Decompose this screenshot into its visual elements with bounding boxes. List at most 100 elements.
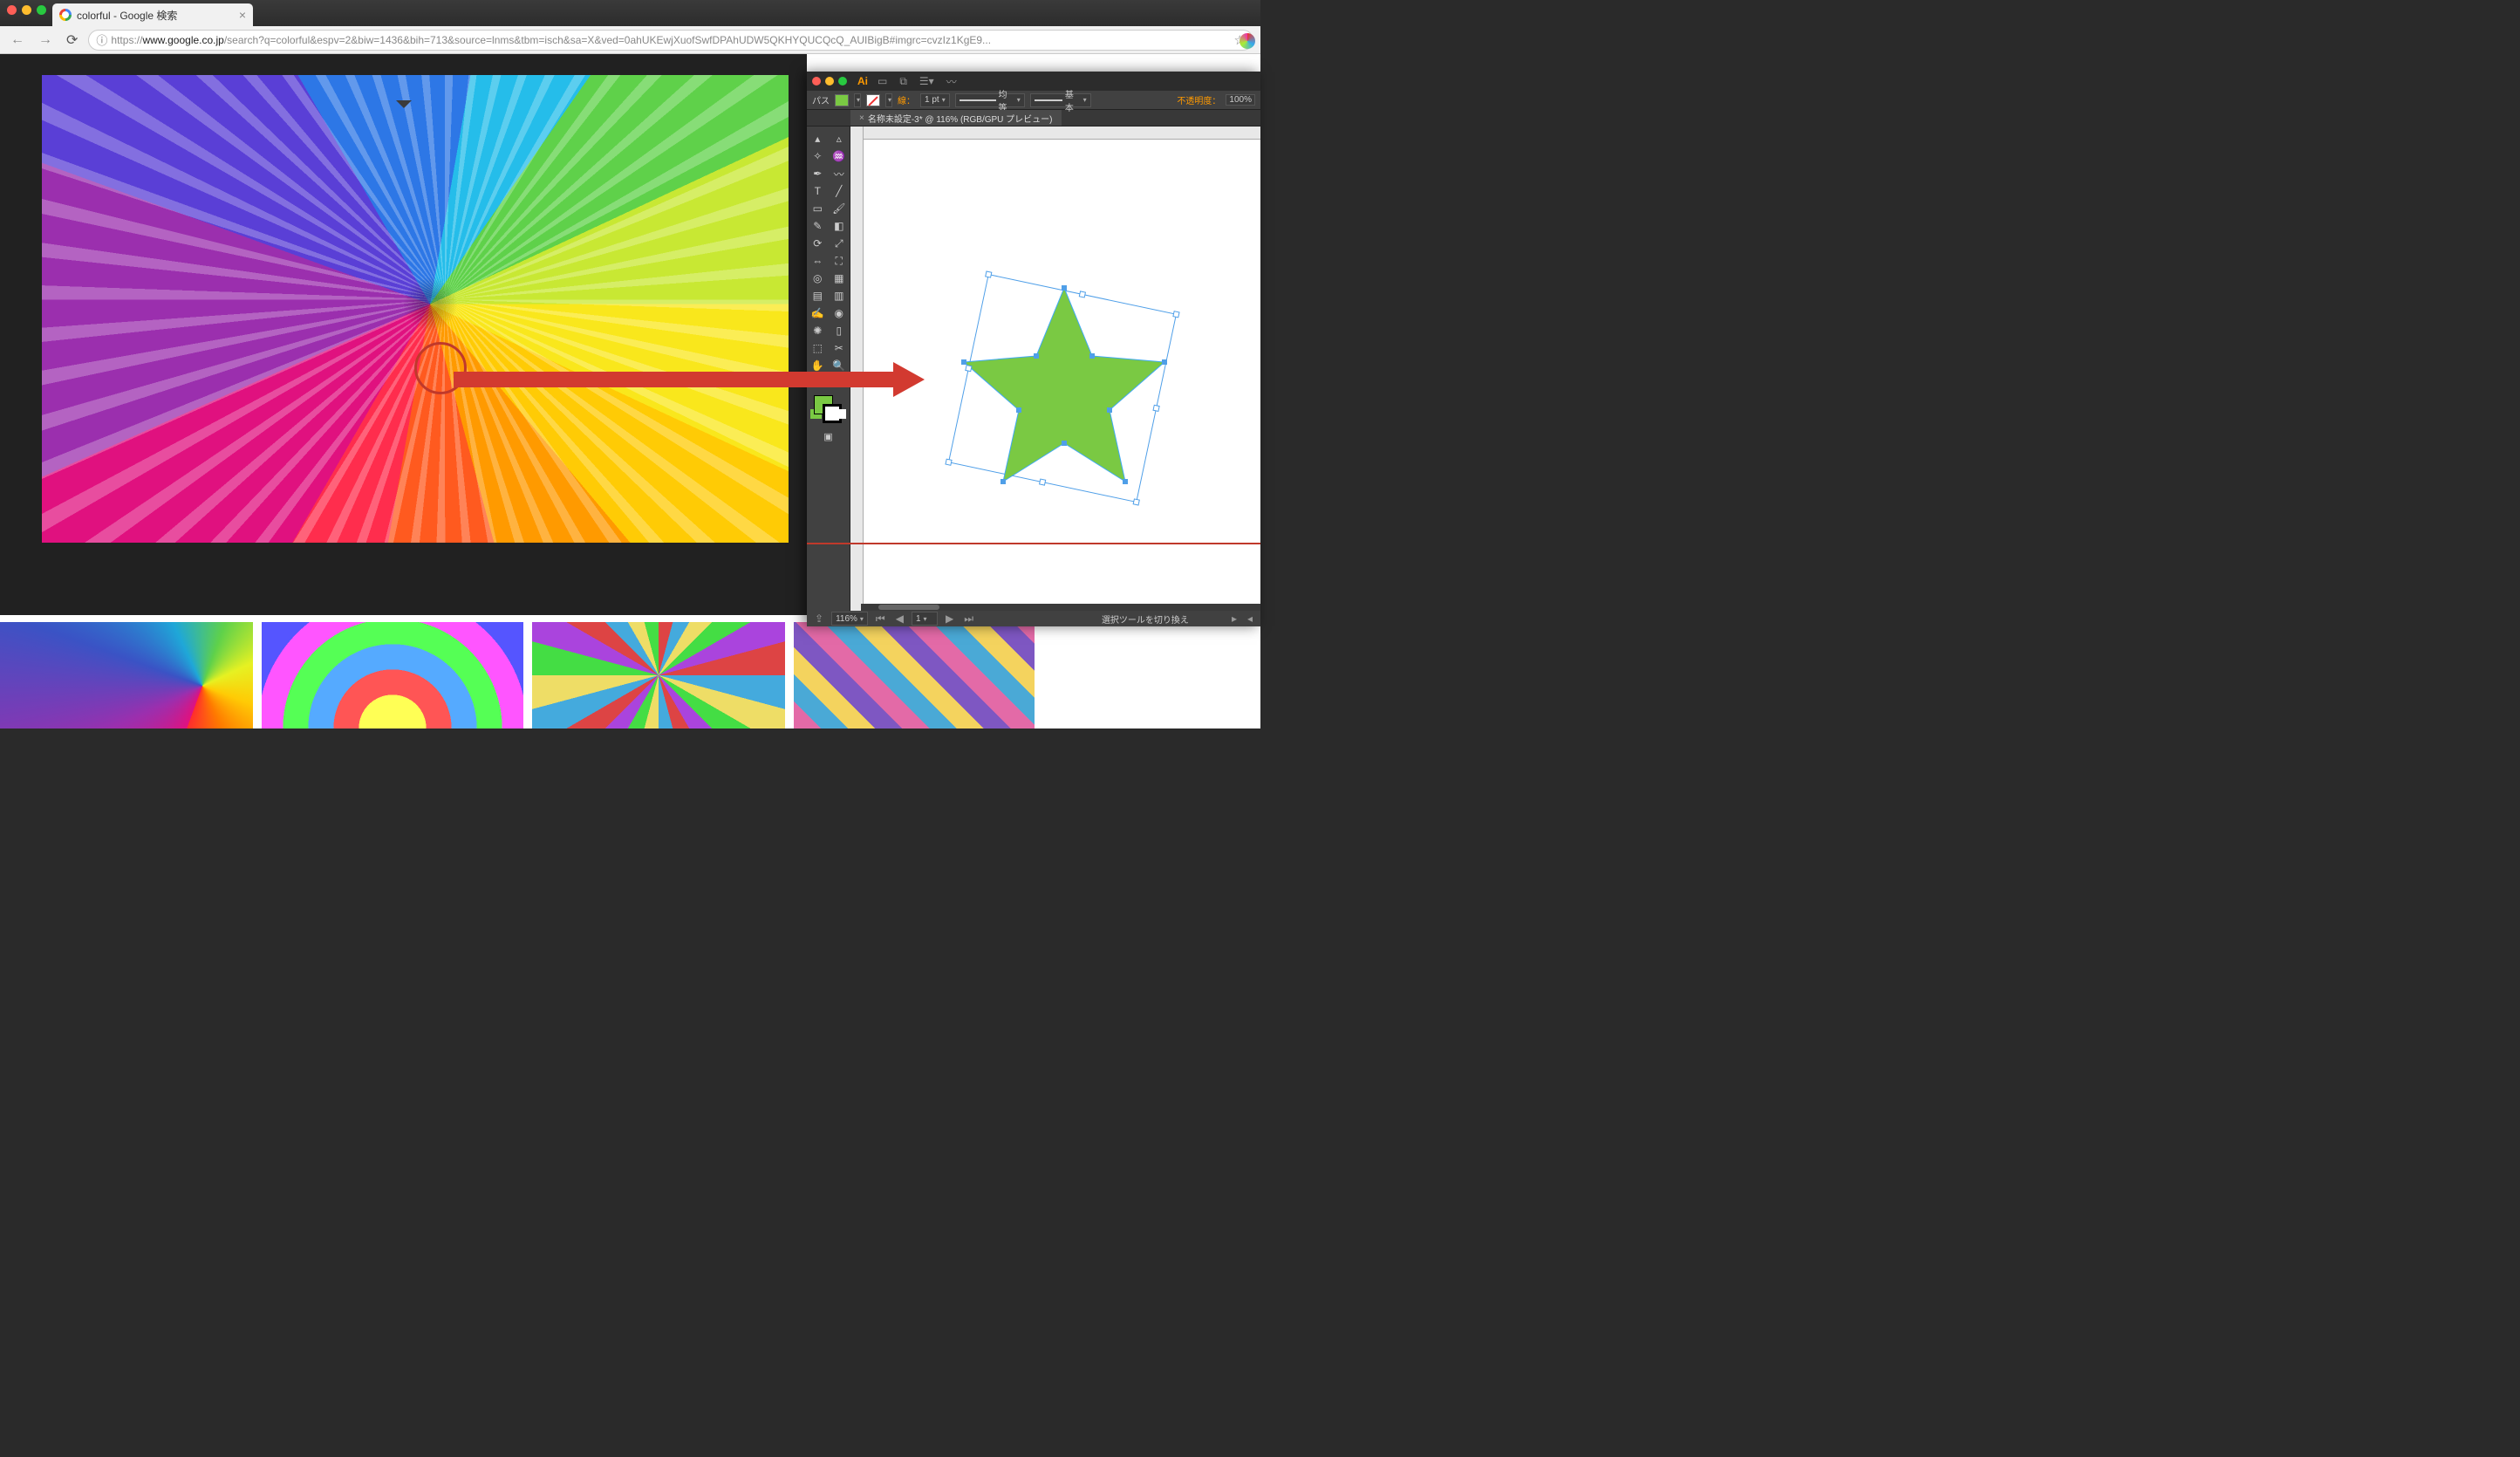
illustrator-window: Ai ▭ ⧉ ☰▾ 〰 パス 線： 1 pt 均等 基本 不透明度： 100% … <box>807 72 1260 626</box>
share-icon[interactable]: ⇪ <box>812 612 826 625</box>
stroke-weight-value: 1 pt <box>925 95 939 105</box>
browser-tab-active[interactable]: colorful - Google 検索 × <box>52 3 253 26</box>
line-tool-icon[interactable]: ╱ <box>829 182 850 200</box>
url-path: /search?q=colorful&espv=2&biw=1436&bih=7… <box>224 34 991 46</box>
status-dropdown-icon[interactable]: ▸ <box>1229 612 1240 625</box>
window-zoom[interactable] <box>37 5 46 15</box>
image-thumbnail[interactable] <box>532 622 785 728</box>
brush-definition-dropdown[interactable]: 基本 <box>1030 93 1091 107</box>
image-thumbnail[interactable] <box>0 622 253 728</box>
curvature-tool-icon[interactable]: 〰 <box>829 165 850 182</box>
perspective-grid-tool-icon[interactable]: ▦ <box>829 270 850 287</box>
selected-star-shape[interactable] <box>925 262 1204 541</box>
artboard-number: 1 <box>916 614 921 624</box>
column-graph-tool-icon[interactable]: ▯ <box>829 322 850 339</box>
brush-value: 基本 <box>1065 87 1081 113</box>
annotation-arrow-shaft <box>454 372 893 387</box>
ai-traffic-lights <box>812 77 847 86</box>
status-prev-icon[interactable]: ◂ <box>1245 612 1255 625</box>
opacity-field[interactable]: 100% <box>1226 94 1255 106</box>
url-protocol: https:// <box>111 34 142 46</box>
rectangle-tool-icon[interactable]: ▭ <box>807 200 829 217</box>
type-tool-icon[interactable]: T <box>807 182 829 200</box>
artboard-next-last-icon[interactable]: ⏭ <box>961 612 976 626</box>
image-thumbnail[interactable] <box>794 622 1035 728</box>
horizontal-scrollbar[interactable] <box>861 604 1260 611</box>
image-thumbnail[interactable] <box>262 622 523 728</box>
stroke-profile-dropdown[interactable]: 均等 <box>955 93 1025 107</box>
url-host: www.google.co.jp <box>142 34 223 46</box>
nav-reload-icon[interactable]: ⟳ <box>63 31 81 49</box>
nav-back-icon[interactable]: ← <box>7 32 28 48</box>
status-message: 選択ツールを切り換え <box>1102 612 1189 626</box>
site-info-icon[interactable]: ⓘ <box>96 31 107 48</box>
eraser-tool-icon[interactable]: ◧ <box>829 217 850 235</box>
ai-window-minimize[interactable] <box>825 77 834 86</box>
fill-swatch[interactable] <box>835 94 849 106</box>
extension-icon[interactable] <box>1240 33 1255 49</box>
rotate-tool-icon[interactable]: ⟳ <box>807 235 829 252</box>
arrange-documents-icon[interactable]: ▭ <box>875 75 890 87</box>
nav-forward-icon: → <box>35 32 56 48</box>
direct-selection-tool-icon[interactable]: ▵ <box>829 130 850 147</box>
image-lightbox <box>0 54 807 615</box>
lasso-tool-icon[interactable]: ♒ <box>829 147 850 165</box>
color-mode-none[interactable] <box>835 409 846 419</box>
window-minimize[interactable] <box>22 5 31 15</box>
doc-tab-close-icon[interactable]: × <box>859 113 864 123</box>
magic-wand-tool-icon[interactable]: ✧ <box>807 147 829 165</box>
ai-control-bar: パス 線： 1 pt 均等 基本 不透明度： 100% <box>807 91 1260 110</box>
tab-close-icon[interactable]: × <box>239 8 246 22</box>
pencil-tool-icon[interactable]: ✎ <box>807 217 829 235</box>
artboard-tool-icon[interactable]: ⬚ <box>807 339 829 357</box>
search-adobe-icon[interactable]: 〰 <box>944 74 960 89</box>
artboard-prev-first-icon[interactable]: ⏮ <box>873 612 888 626</box>
workspace-switcher-icon[interactable]: ☰▾ <box>917 75 937 87</box>
blend-tool-icon[interactable]: ◉ <box>829 304 850 322</box>
mesh-tool-icon[interactable]: ▤ <box>807 287 829 304</box>
gpu-preview-icon[interactable]: ⧉ <box>897 75 910 88</box>
tab-strip: colorful - Google 検索 × <box>0 0 1260 26</box>
pen-tool-icon[interactable]: ✒ <box>807 165 829 182</box>
slice-tool-icon[interactable]: ✂ <box>829 339 850 357</box>
opacity-label: 不透明度： <box>1177 93 1220 106</box>
zoom-value: 116% <box>836 614 857 624</box>
zoom-level-field[interactable]: 116% <box>831 612 868 626</box>
width-tool-icon[interactable]: ⇔ <box>807 252 829 270</box>
gradient-tool-icon[interactable]: ▥ <box>829 287 850 304</box>
ai-document-tabs: × 名称未設定-3* @ 116% (RGB/GPU プレビュー) <box>807 110 1260 127</box>
ai-window-close[interactable] <box>812 77 821 86</box>
ai-titlebar: Ai ▭ ⧉ ☰▾ 〰 <box>807 72 1260 91</box>
brush-preview <box>1035 99 1062 101</box>
stroke-weight-field[interactable]: 1 pt <box>920 93 950 107</box>
star-polygon[interactable] <box>964 288 1164 482</box>
lightbox-image-rainbow-swirl[interactable] <box>42 75 789 543</box>
scale-tool-icon[interactable]: ⤢ <box>829 235 850 252</box>
paintbrush-tool-icon[interactable]: 🖌 <box>829 200 850 217</box>
ai-window-zoom[interactable] <box>838 77 847 86</box>
symbol-sprayer-tool-icon[interactable]: ✺ <box>807 322 829 339</box>
browser-chrome: colorful - Google 検索 × ← → ⟳ ⓘ https://w… <box>0 0 1260 54</box>
url-field[interactable]: ⓘ https://www.google.co.jp/search?q=colo… <box>88 30 1253 51</box>
window-close[interactable] <box>7 5 17 15</box>
selection-tool-icon[interactable]: ▴ <box>807 130 829 147</box>
ai-app-logo: Ai <box>857 75 868 87</box>
eyedropper-tool-icon[interactable]: ✍ <box>807 304 829 322</box>
mac-traffic-lights <box>7 5 46 15</box>
stroke-profile-preview <box>960 99 996 101</box>
stroke-swatch[interactable] <box>866 94 880 106</box>
artboard-number-field[interactable]: 1 <box>912 612 938 626</box>
stroke-profile-value: 均等 <box>999 87 1014 113</box>
selection-type-label: パス <box>812 93 830 106</box>
tab-title: colorful - Google 検索 <box>77 8 177 23</box>
artboard-prev-icon[interactable]: ◀ <box>893 612 906 625</box>
ai-document-tab-active[interactable]: × 名称未設定-3* @ 116% (RGB/GPU プレビュー) <box>850 110 1062 126</box>
image-results-row-bottom <box>0 619 1260 728</box>
ai-status-bar: ⇪ 116% ⏮ ◀ 1 ▶ ⏭ 選択ツールを切り換え ▸ ◂ <box>807 611 1260 626</box>
stroke-swatch-menu[interactable] <box>885 93 892 107</box>
free-transform-tool-icon[interactable]: ⛶ <box>829 252 850 270</box>
shape-builder-tool-icon[interactable]: ◎ <box>807 270 829 287</box>
fill-swatch-menu[interactable] <box>854 93 861 107</box>
artboard-next-icon[interactable]: ▶ <box>943 612 956 625</box>
selected-thumb-indicator <box>396 100 412 116</box>
